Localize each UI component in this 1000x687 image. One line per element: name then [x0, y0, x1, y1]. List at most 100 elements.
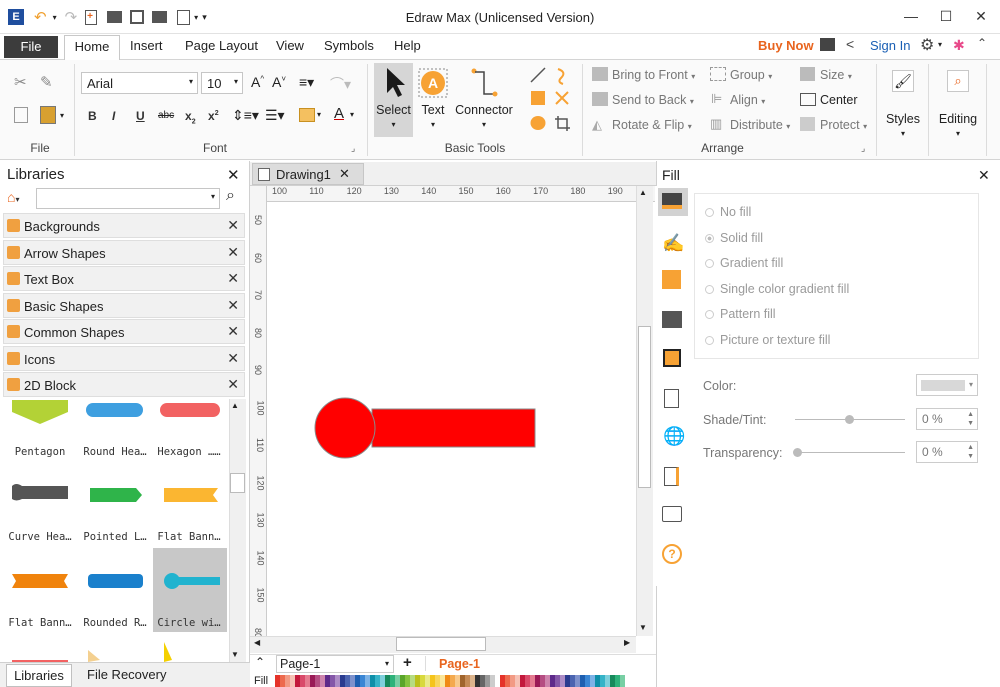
attachment-icon[interactable] [664, 467, 679, 486]
line-style-icon[interactable]: ✍ [662, 233, 684, 254]
layer-icon[interactable] [663, 349, 681, 367]
library-item-basic-shapes[interactable]: Basic Shapes ✕ [3, 293, 245, 318]
cross-tool-icon[interactable] [555, 91, 569, 105]
styles-button[interactable]: 🖌 Styles ▾ [881, 63, 925, 153]
size-button[interactable]: Size ▾ [820, 68, 852, 82]
protect-button[interactable]: Protect ▾ [820, 118, 867, 132]
close-window-icon[interactable]: ✕ [966, 5, 996, 27]
shape-flat-banner[interactable] [164, 488, 218, 502]
page-properties-icon[interactable] [664, 389, 679, 408]
libraries-close-icon[interactable]: ✕ [227, 166, 240, 184]
save-icon[interactable] [130, 10, 145, 24]
library-item-2d-block[interactable]: 2D Block ✕ [3, 372, 245, 397]
library-remove-icon[interactable]: ✕ [227, 323, 239, 340]
shade-slider-thumb[interactable] [845, 415, 854, 424]
red-rectangle[interactable] [371, 408, 536, 448]
shrink-font-icon[interactable]: A˅ [272, 74, 286, 90]
customize-toolbar-icon[interactable]: ▾ [202, 12, 207, 23]
library-item-common-shapes[interactable]: Common Shapes ✕ [3, 319, 245, 344]
shadow-icon[interactable] [662, 270, 681, 289]
line-spacing-icon[interactable]: ⇕≡▾ [232, 107, 259, 124]
page-select[interactable]: Page-1 ▾ [276, 655, 394, 673]
library-remove-icon[interactable]: ✕ [227, 217, 239, 234]
share-icon[interactable]: < [846, 36, 854, 52]
text-tool-button[interactable]: A Text ▾ [417, 63, 449, 137]
export-dropdown-icon[interactable]: ▾ [194, 13, 198, 22]
canvas-vertical-thumb[interactable] [638, 326, 651, 488]
bold-icon[interactable]: B [88, 109, 97, 123]
canvas-scroll-down-icon[interactable]: ▼ [639, 623, 647, 632]
document-tab-close-icon[interactable]: ✕ [339, 166, 350, 182]
export-icon[interactable] [177, 9, 191, 25]
paste-icon[interactable] [40, 106, 56, 124]
center-button[interactable]: Center [820, 93, 858, 107]
text-wrap-icon[interactable]: ⌒▾ [330, 74, 351, 94]
bullets-icon[interactable]: ☰▾ [265, 107, 285, 124]
editing-button[interactable]: ⌕ Editing ▾ [934, 63, 982, 153]
library-search-input[interactable]: ▾ [36, 188, 220, 209]
highlight-dropdown-icon[interactable]: ▾ [317, 110, 321, 119]
open-folder-icon[interactable] [107, 11, 123, 23]
color-palette[interactable] [275, 675, 625, 687]
text-highlight-icon[interactable] [299, 108, 315, 122]
sign-in-link[interactable]: Sign In [870, 38, 910, 53]
red-circle[interactable] [314, 397, 376, 459]
subscript-icon[interactable]: x2 [185, 109, 196, 125]
transparency-slider-track[interactable] [795, 452, 905, 453]
cut-icon[interactable]: ✂ [14, 73, 27, 91]
arc-tool-icon[interactable] [557, 68, 565, 85]
rotate-flip-button[interactable]: Rotate & Flip ▾ [612, 118, 692, 132]
color-picker[interactable]: ▾ [916, 374, 978, 396]
shape-curve-head[interactable] [12, 484, 68, 501]
shape-hexagon[interactable] [160, 403, 220, 417]
ribbon-collapse-icon[interactable]: ⌃ [977, 36, 987, 50]
rectangle-tool-icon[interactable] [531, 91, 545, 105]
add-page-icon[interactable]: + [403, 654, 412, 671]
align-text-icon[interactable]: ≡▾ [299, 74, 314, 91]
distribute-button[interactable]: Distribute ▾ [730, 118, 790, 132]
library-remove-icon[interactable]: ✕ [227, 270, 239, 287]
settings-dropdown-icon[interactable]: ▾ [938, 40, 942, 49]
arrange-dialog-launcher-icon[interactable]: ⌟ [861, 143, 865, 154]
undo-icon[interactable]: ↶ [34, 8, 47, 26]
canvas-scroll-left-icon[interactable]: ◀ [254, 638, 260, 647]
strikethrough-icon[interactable]: abc [158, 110, 174, 121]
redo-icon[interactable]: ↷ [65, 8, 78, 26]
shape-partial-2[interactable] [88, 650, 100, 662]
bring-to-front-button[interactable]: Bring to Front ▾ [612, 68, 695, 82]
maximize-icon[interactable]: ☐ [931, 5, 961, 27]
crop-tool-icon[interactable] [555, 116, 570, 131]
new-file-icon[interactable]: + [85, 9, 98, 25]
font-name-select[interactable]: Arial ▾ [81, 72, 198, 94]
library-home-icon[interactable]: ⌂▾ [7, 189, 19, 205]
format-painter-icon[interactable]: ✎ [40, 73, 53, 91]
tab-view[interactable]: View [276, 38, 304, 53]
italic-icon[interactable]: I [112, 109, 115, 123]
library-item-icons[interactable]: Icons ✕ [3, 346, 245, 371]
canvas-scroll-up-icon[interactable]: ▲ [639, 188, 647, 197]
buy-now-link[interactable]: Buy Now [758, 38, 814, 53]
library-remove-icon[interactable]: ✕ [227, 350, 239, 367]
canvas-scroll-right-icon[interactable]: ▶ [624, 638, 630, 647]
library-item-arrow-shapes[interactable]: Arrow Shapes ✕ [3, 240, 245, 265]
library-item-text-box[interactable]: Text Box ✕ [3, 266, 245, 291]
image-icon[interactable] [662, 311, 682, 328]
tab-insert[interactable]: Insert [130, 38, 163, 53]
font-dialog-launcher-icon[interactable]: ⌟ [351, 143, 355, 154]
undo-dropdown-icon[interactable]: ▾ [53, 13, 57, 22]
transparency-spinner[interactable]: 0 % ▲ ▼ [916, 441, 978, 463]
font-size-select[interactable]: 10 ▾ [201, 72, 243, 94]
line-tool-icon[interactable] [530, 67, 546, 83]
font-color-icon[interactable]: A [334, 105, 344, 122]
shade-spinner[interactable]: 0 % ▲ ▼ [916, 408, 978, 430]
shape-rounded-rect[interactable] [88, 574, 143, 588]
shape-partial-3[interactable] [164, 642, 172, 662]
shape-pentagon[interactable] [12, 400, 68, 424]
canvas-horizontal-thumb[interactable] [396, 637, 486, 651]
help-icon[interactable]: ? [662, 544, 682, 564]
theme-icon[interactable]: ✱ [953, 37, 965, 54]
fill-bucket-icon[interactable] [662, 193, 682, 209]
shape-flat-banner-2[interactable] [12, 574, 68, 588]
libraries-tab[interactable]: Libraries [6, 664, 72, 687]
settings-gear-icon[interactable]: ⚙ [920, 35, 934, 55]
